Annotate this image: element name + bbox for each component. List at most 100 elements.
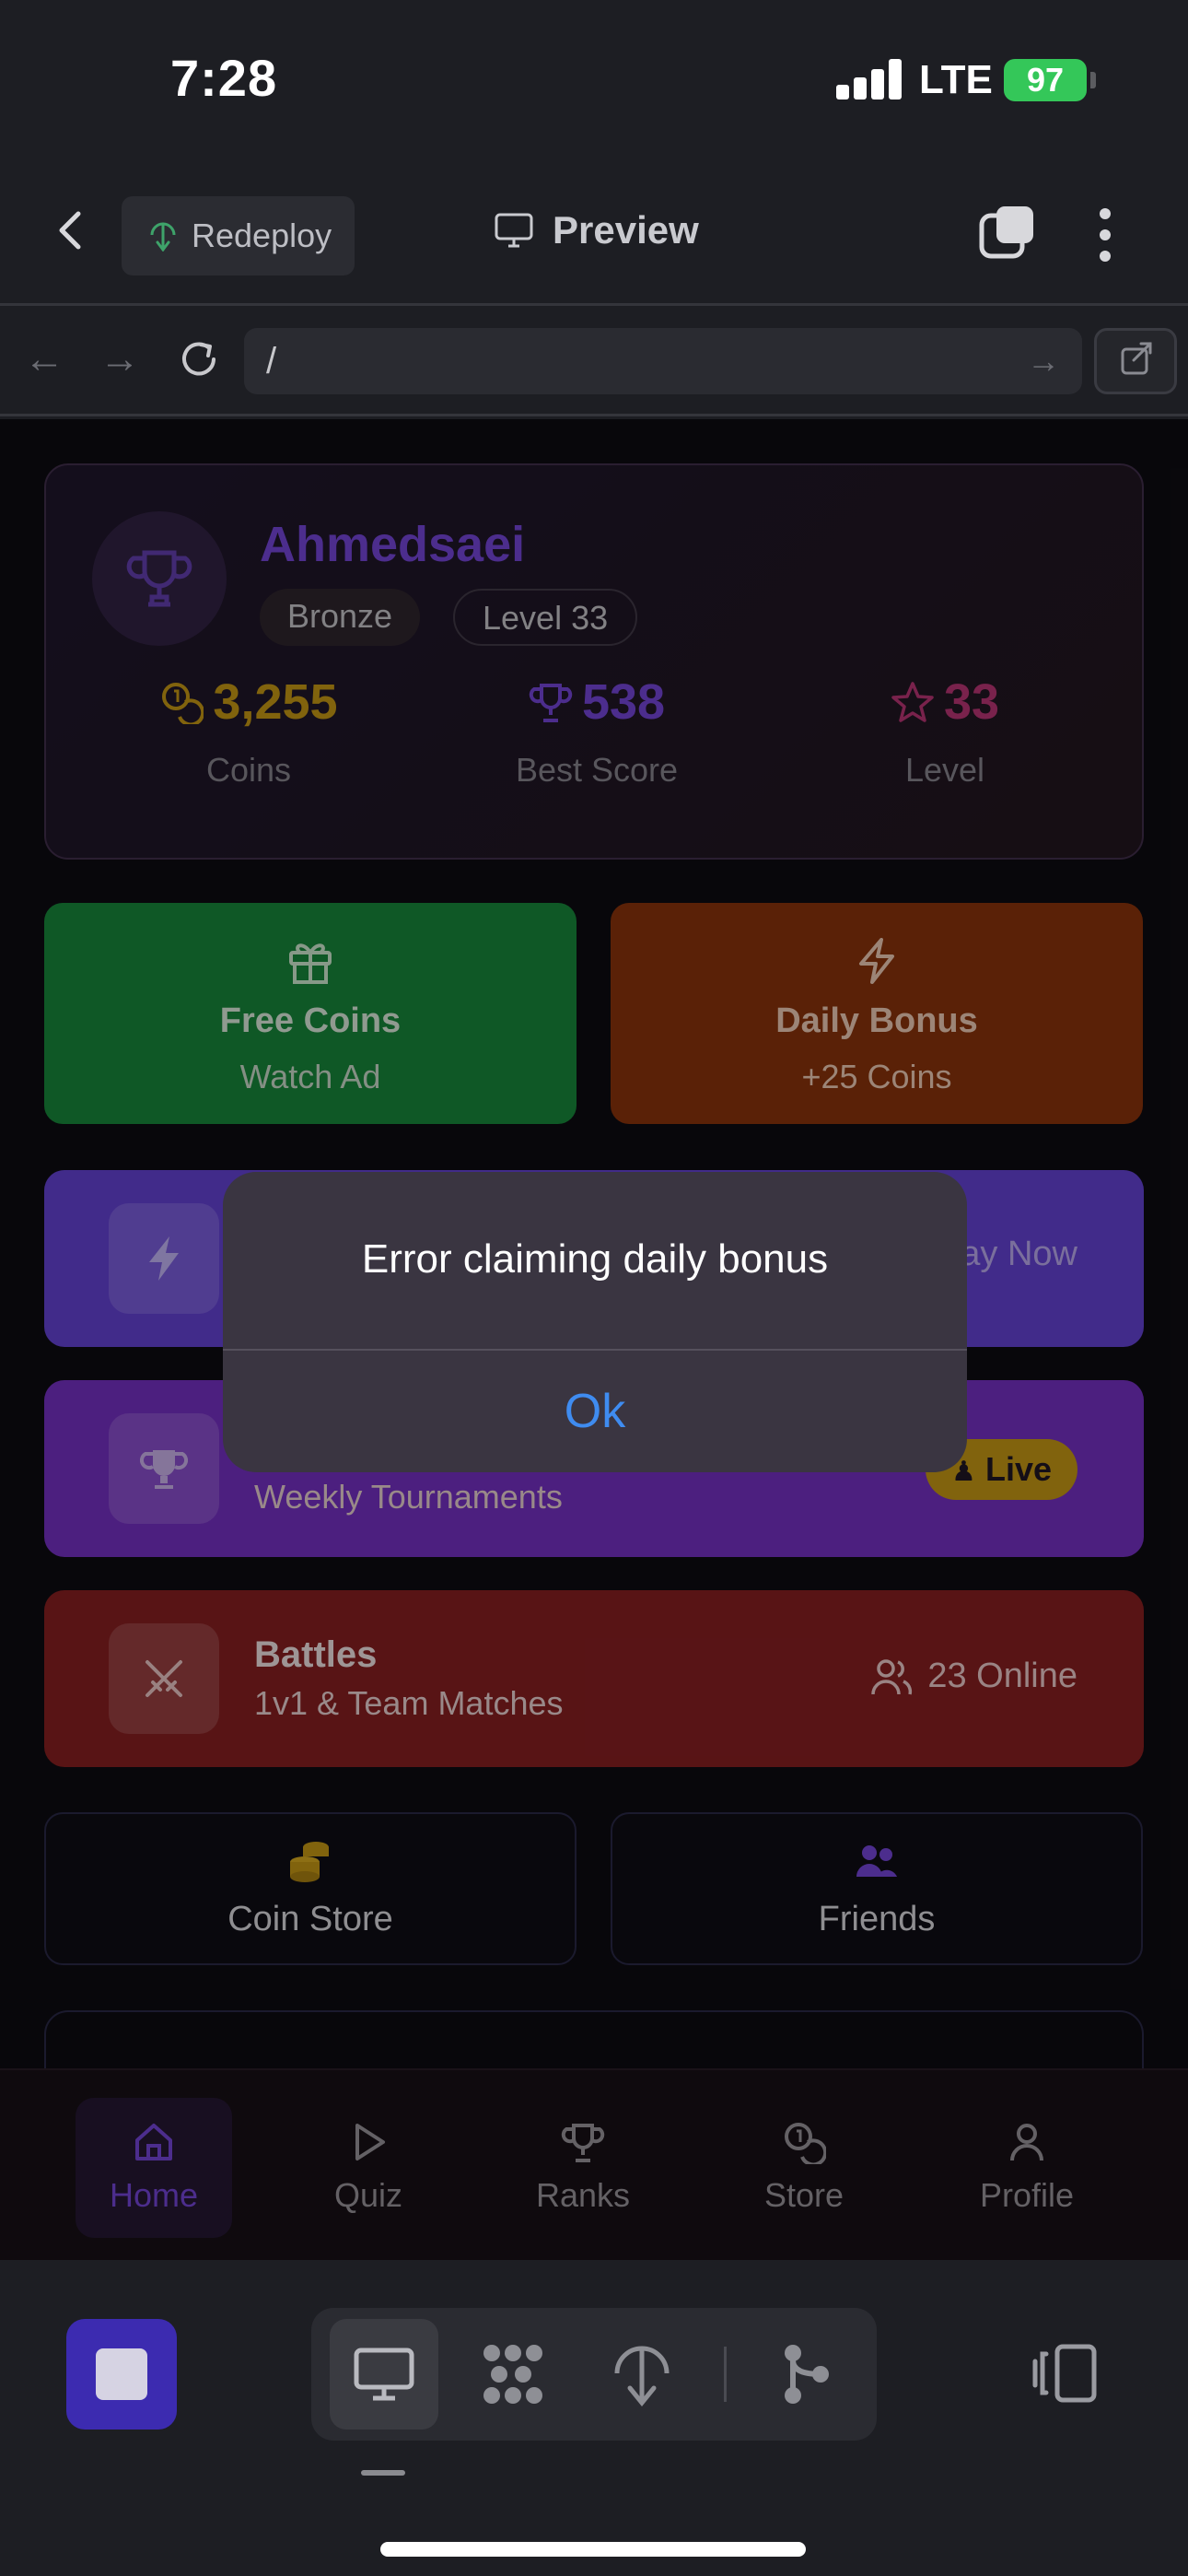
battles-subtitle: 1v1 & Team Matches xyxy=(254,1684,564,1722)
partial-card xyxy=(44,2010,1144,2068)
stop-icon xyxy=(96,2348,147,2400)
tab-store-label: Store xyxy=(763,2176,844,2214)
username: Ahmedsaei xyxy=(260,517,526,572)
friends-icon xyxy=(856,1845,897,1877)
tab-store[interactable]: Store xyxy=(726,2098,882,2238)
tool-separator xyxy=(724,2347,727,2402)
dev-tools-bar xyxy=(0,2260,1188,2576)
tab-profile[interactable]: Profile xyxy=(949,2098,1105,2238)
online-count: 23 Online xyxy=(870,1657,1077,1696)
coins-label: Coins xyxy=(205,751,292,789)
url-field[interactable]: / → xyxy=(244,328,1082,394)
redeploy-button[interactable]: Redeploy xyxy=(122,196,355,275)
open-external-button[interactable] xyxy=(1094,328,1177,394)
home-icon xyxy=(135,2124,172,2160)
tabs-icon[interactable] xyxy=(978,203,1037,262)
tournaments-subtitle: Weekly Tournaments xyxy=(254,1478,563,1516)
network-type: LTE xyxy=(919,57,993,102)
deploy-tool-button[interactable] xyxy=(588,2319,696,2430)
free-coins-subtitle: Watch Ad xyxy=(239,1058,381,1095)
alert-ok-button[interactable]: Ok xyxy=(223,1351,967,1472)
grid-blob-icon xyxy=(483,2345,542,2404)
level-badge: Level 33 xyxy=(453,589,638,646)
browser-bar: ← → / → xyxy=(0,306,1188,416)
tab-profile-label: Profile xyxy=(979,2176,1075,2214)
reload-icon[interactable] xyxy=(171,332,227,387)
coins-icon xyxy=(162,683,204,724)
tab-ranks[interactable]: Ranks xyxy=(505,2098,661,2238)
status-time: 7:28 xyxy=(170,49,278,107)
more-vertical-icon[interactable] xyxy=(1085,203,1125,267)
home-indicator[interactable] xyxy=(380,2542,806,2557)
trophy-icon xyxy=(529,684,573,722)
browser-forward-icon[interactable]: → xyxy=(92,332,147,387)
deploy-icon xyxy=(614,2346,670,2406)
trophy-icon xyxy=(126,550,192,607)
gift-icon xyxy=(289,943,332,984)
branch-icon xyxy=(785,2345,829,2404)
workspace-tool-button[interactable] xyxy=(459,2319,567,2430)
monitor-icon xyxy=(354,2348,414,2401)
user-icon xyxy=(1010,2124,1043,2161)
daily-bonus-title: Daily Bonus xyxy=(775,1001,978,1040)
coin-stack-icon xyxy=(290,1842,329,1882)
best-score-value: 538 xyxy=(581,674,666,730)
share-tool-button[interactable] xyxy=(751,2319,860,2430)
play-now-label[interactable]: ay Now xyxy=(961,1235,1077,1274)
trophy-icon xyxy=(140,1450,188,1489)
app-toolbar: Redeploy Preview xyxy=(0,166,1188,306)
tournaments-icon-box xyxy=(109,1413,219,1524)
lightning-icon xyxy=(859,938,894,984)
tab-home[interactable]: Home xyxy=(76,2098,232,2238)
external-link-icon xyxy=(1121,342,1152,375)
trophy-icon xyxy=(561,2124,605,2162)
tab-quiz-label: Quiz xyxy=(333,2176,403,2214)
level-value: 33 xyxy=(943,674,1000,730)
star-icon xyxy=(891,682,934,722)
stat-level: 33 Level xyxy=(807,673,1083,790)
browser-back-icon[interactable]: ← xyxy=(17,332,72,387)
stop-button[interactable] xyxy=(66,2319,177,2430)
error-alert-dialog: Error claiming daily bonus Ok xyxy=(223,1172,967,1472)
free-coins-button[interactable]: Free Coins Watch Ad xyxy=(44,903,577,1124)
alert-message: Error claiming daily bonus xyxy=(361,1236,829,1282)
tier-badge: Bronze xyxy=(260,589,421,646)
coin-store-button[interactable]: Coin Store xyxy=(44,1812,577,1965)
coin-store-label: Coin Store xyxy=(227,1900,393,1938)
swords-icon xyxy=(146,1660,182,1697)
friends-button[interactable]: Friends xyxy=(611,1812,1143,1965)
deploy-icon xyxy=(150,222,176,252)
tab-quiz[interactable]: Quiz xyxy=(290,2098,447,2238)
free-coins-title: Free Coins xyxy=(219,1001,402,1040)
monitor-icon xyxy=(495,213,533,248)
back-button[interactable] xyxy=(51,203,106,267)
url-go-icon[interactable]: → xyxy=(1027,328,1060,394)
layout-toggle-icon[interactable] xyxy=(1030,2341,1103,2406)
battles-icon-box xyxy=(109,1623,219,1734)
battles-card[interactable]: Battles 1v1 & Team Matches 23 Online xyxy=(44,1590,1144,1767)
daily-bonus-button[interactable]: Daily Bonus +25 Coins xyxy=(611,903,1143,1124)
preview-title: Preview xyxy=(494,208,699,252)
coins-icon xyxy=(785,2123,828,2167)
bottom-tab-bar: Home Quiz Ranks Store Profile xyxy=(0,2068,1188,2260)
tab-ranks-label: Ranks xyxy=(535,2176,631,2214)
chevron-left-icon xyxy=(59,211,81,250)
tool-group xyxy=(311,2308,877,2441)
stat-best-score: 538 Best Score xyxy=(459,673,735,790)
live-label: Live xyxy=(984,1450,1052,1488)
avatar xyxy=(92,511,227,646)
lightning-icon xyxy=(149,1236,179,1281)
battery-tip xyxy=(1090,72,1096,88)
quick-play-icon-box xyxy=(109,1203,219,1314)
preview-tool-button[interactable] xyxy=(330,2319,438,2430)
daily-bonus-subtitle: +25 Coins xyxy=(801,1058,952,1095)
play-icon xyxy=(355,2124,385,2160)
users-icon xyxy=(871,1658,913,1694)
url-text: / xyxy=(266,341,277,381)
coins-value: 3,255 xyxy=(213,674,338,730)
signal-icon xyxy=(836,59,902,100)
preview-label: Preview xyxy=(553,208,699,252)
battery-icon: 97 xyxy=(1004,59,1087,101)
redeploy-label: Redeploy xyxy=(192,217,332,254)
tab-home-label: Home xyxy=(109,2176,199,2214)
